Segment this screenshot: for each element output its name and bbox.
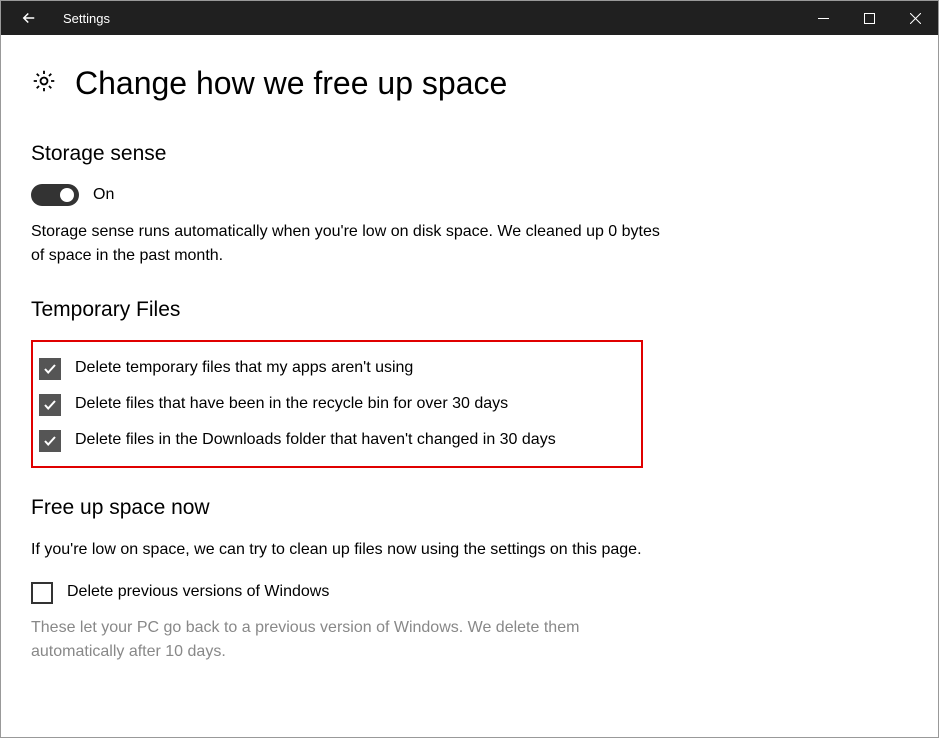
titlebar: Settings: [1, 1, 938, 35]
back-button[interactable]: [1, 1, 57, 35]
checkbox-label: Delete previous versions of Windows: [67, 580, 329, 603]
checkbox-downloads[interactable]: Delete files in the Downloads folder tha…: [39, 428, 625, 452]
content-area: Change how we free up space Storage sens…: [1, 35, 938, 664]
maximize-button[interactable]: [846, 1, 892, 35]
checkbox-label: Delete files in the Downloads folder tha…: [75, 428, 556, 451]
close-button[interactable]: [892, 1, 938, 35]
checkbox-label: Delete temporary files that my apps aren…: [75, 356, 413, 379]
storage-sense-section: Storage sense On Storage sense runs auto…: [31, 142, 908, 268]
gear-icon: [31, 68, 57, 99]
checkbox-previous-windows[interactable]: Delete previous versions of Windows: [31, 580, 908, 604]
minimize-button[interactable]: [800, 1, 846, 35]
checkmark-icon: [39, 394, 61, 416]
checkbox-empty-icon: [31, 582, 53, 604]
checkmark-icon: [39, 430, 61, 452]
temporary-files-section: Temporary Files Delete temporary files t…: [31, 298, 908, 468]
highlighted-area: Delete temporary files that my apps aren…: [31, 340, 643, 468]
storage-sense-heading: Storage sense: [31, 142, 908, 166]
toggle-knob: [60, 188, 74, 202]
checkbox-temp-apps[interactable]: Delete temporary files that my apps aren…: [39, 356, 625, 380]
storage-sense-toggle-row: On: [31, 184, 908, 206]
storage-sense-description: Storage sense runs automatically when yo…: [31, 220, 671, 268]
window-title: Settings: [63, 11, 800, 26]
page-header: Change how we free up space: [31, 65, 908, 102]
free-up-heading: Free up space now: [31, 496, 908, 520]
storage-sense-toggle-label: On: [93, 186, 114, 204]
window-controls: [800, 1, 938, 35]
checkmark-icon: [39, 358, 61, 380]
temporary-files-heading: Temporary Files: [31, 298, 908, 322]
page-title: Change how we free up space: [75, 65, 507, 102]
checkbox-label: Delete files that have been in the recyc…: [75, 392, 508, 415]
free-up-now-section: Free up space now If you're low on space…: [31, 496, 908, 664]
previous-windows-hint: These let your PC go back to a previous …: [31, 616, 671, 664]
free-up-description: If you're low on space, we can try to cl…: [31, 538, 671, 562]
storage-sense-toggle[interactable]: [31, 184, 79, 206]
checkbox-recycle-bin[interactable]: Delete files that have been in the recyc…: [39, 392, 625, 416]
